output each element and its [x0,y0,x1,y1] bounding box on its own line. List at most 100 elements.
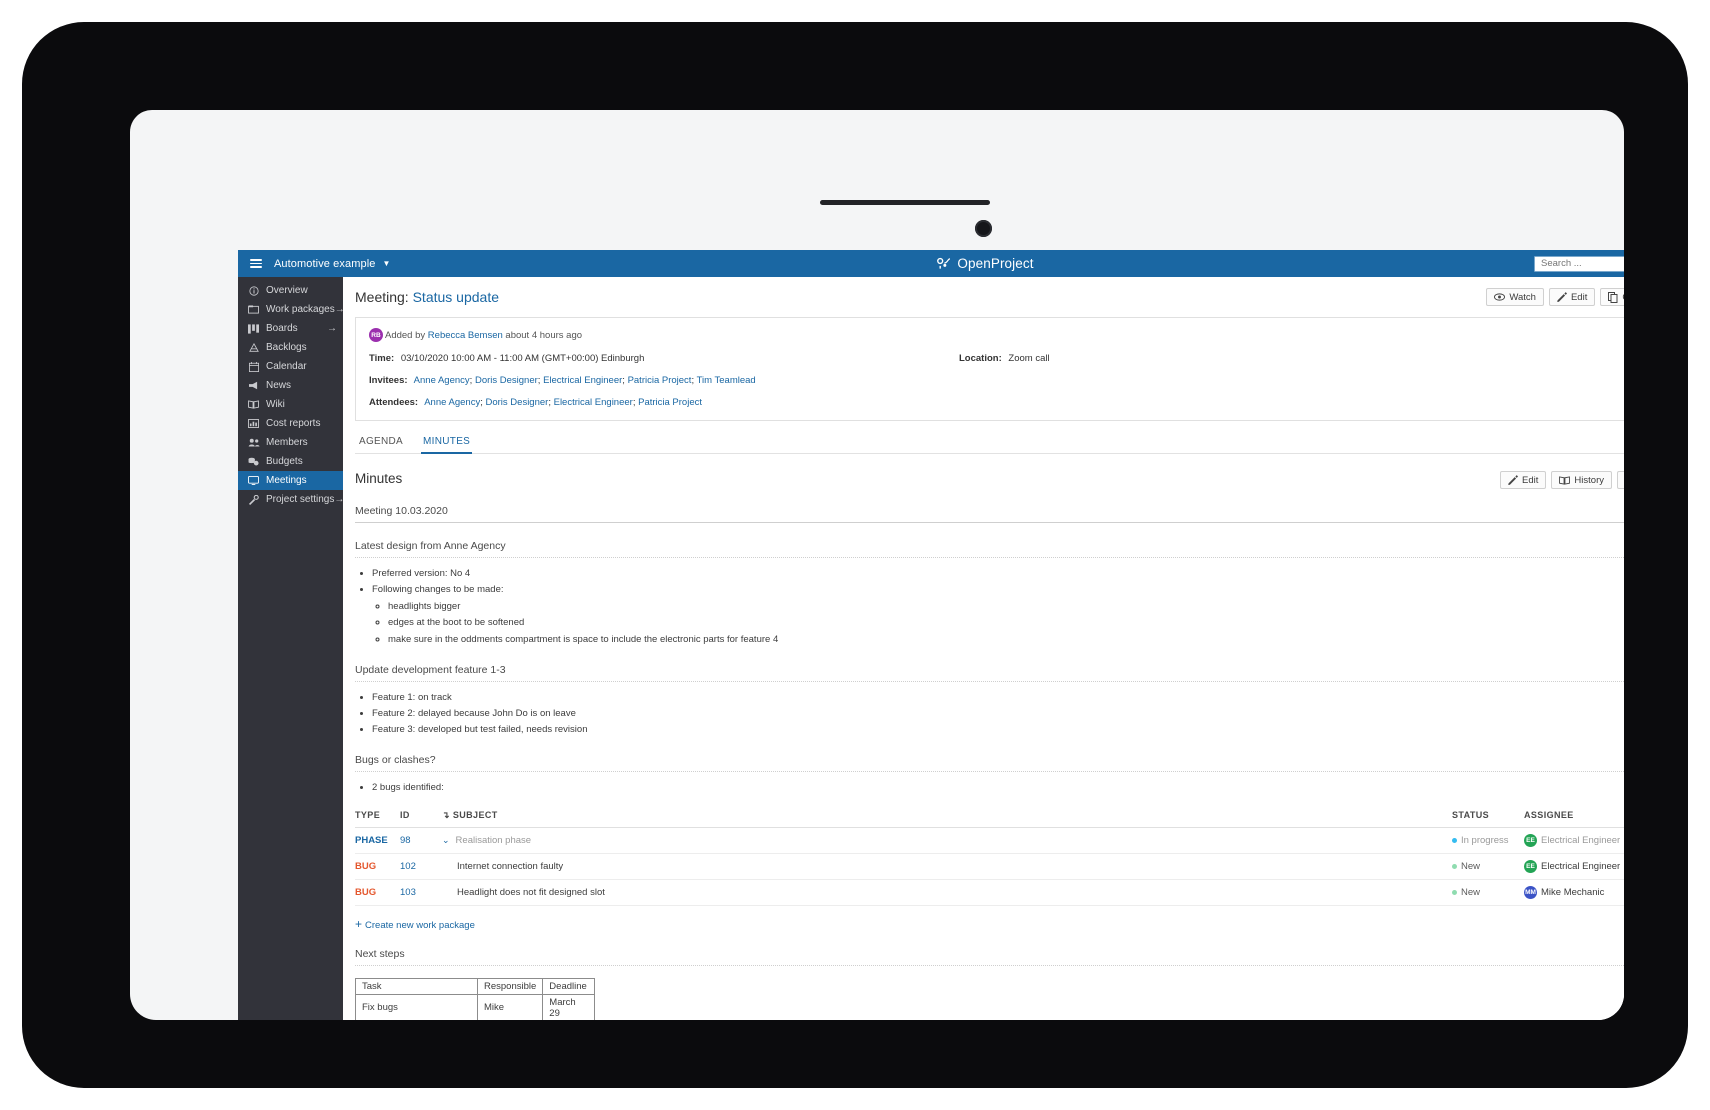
added-by-author-link[interactable]: Rebecca Bemsen [428,330,503,341]
invitee-link[interactable]: Doris Designer [475,375,538,386]
added-by-time: about 4 hours ago [505,329,583,341]
work-package-type: PHASE [355,834,388,846]
sidebar-item-members[interactable]: Members [238,433,343,452]
sidebar-item-work-packages[interactable]: Work packages → [238,300,345,319]
search-box[interactable]: 🔍 [1534,255,1624,272]
list-item: Feature 2: delayed because John Do is on… [372,708,1624,721]
sidebar-item-boards[interactable]: Boards → [238,319,343,338]
section-heading: Update development feature 1-3 [355,664,1624,682]
section-heading: Bugs or clashes? [355,754,1624,772]
work-package-subject[interactable]: Internet connection faulty [457,861,563,872]
work-package-id-link[interactable]: 103 [400,887,416,898]
list-item: Preferred version: No 4 [372,568,1624,581]
attendee-link[interactable]: Anne Agency [424,397,480,408]
time-label: Time: [369,353,395,364]
table-row[interactable]: PHASE 98 ⌄ Realisation phase In progress EE El… [355,827,1624,854]
speaker-grille [820,200,990,205]
attendee-link[interactable]: Electrical Engineer [554,397,633,408]
watch-button[interactable]: Watch [1486,288,1544,306]
sidebar-item-calendar[interactable]: Calendar [238,357,343,376]
work-packages-table: TYPE ID ↴ SUBJECT STATUS ASSIGNEE PRIORI… [355,809,1624,906]
invitee-link[interactable]: Anne Agency [414,375,470,386]
table-cell: March 29 [542,993,596,1020]
column-header-status[interactable]: STATUS [1452,809,1524,828]
next-steps-header-row: Task Responsible Deadline [355,977,596,995]
work-package-subject[interactable]: Headlight does not fit designed slot [457,887,605,898]
column-header-id[interactable]: ID [400,809,442,828]
calendar-icon [247,361,260,372]
sidebar-item-budgets[interactable]: Budgets [238,452,343,471]
invitees-label: Invitees: [369,375,408,386]
assignee-name: Electrical Engineer [1541,860,1621,872]
status-dot-icon [1452,889,1457,895]
tab-agenda[interactable]: AGENDA [357,432,405,454]
sort-icon[interactable]: ↴ [442,810,450,820]
search-input[interactable] [1539,257,1624,270]
minutes-history-button[interactable]: History [1551,471,1612,489]
meeting-info-card: RB Added by Rebecca Bemsen about 4 hours… [355,317,1624,421]
sidebar-item-meetings[interactable]: Meetings [238,471,343,490]
sub-bullet-list: headlights bigger edges at the boot to be… [372,601,1624,646]
sidebar-item-wiki[interactable]: Wiki [238,395,343,414]
column-header-subject[interactable]: ↴ SUBJECT [442,809,1452,828]
work-package-subject[interactable]: Realisation phase [456,835,532,846]
invitees-list: Anne Agency; Doris Designer; Electrical … [413,375,756,386]
project-selector-label[interactable]: Automotive example [274,258,375,270]
app-logo-text: OpenProject [957,256,1034,271]
section-bullet-list: 2 bugs identified: [355,782,1624,795]
sidebar-item-project-settings[interactable]: Project settings → [238,490,344,509]
sidebar-item-news[interactable]: News [238,376,343,395]
top-bar: Automotive example ▼ OpenProject Search … [238,250,1624,277]
copy-button[interactable]: Copy [1600,288,1624,306]
table-row[interactable]: BUG 102 Internet connection faulty New EE Ele… [355,853,1624,880]
column-header-assignee[interactable]: ASSIGNEE [1524,809,1624,828]
sidebar-item-label: Wiki [266,399,285,410]
backlogs-icon [247,342,260,353]
invitee-link[interactable]: Patricia Project [628,375,692,386]
next-steps-col-deadline: Deadline [542,977,596,995]
watch-button-label: Watch [1509,291,1536,303]
menu-toggle-icon[interactable] [250,259,262,268]
column-header-type[interactable]: TYPE [355,809,400,828]
minutes-history-label: History [1574,474,1604,486]
minutes-edit-button[interactable]: Edit [1500,471,1547,489]
next-steps-heading: Next steps [355,948,1624,966]
assignee-name: Electrical Engineer [1541,834,1621,846]
arrow-right-icon[interactable]: → [327,323,337,334]
sidebar-item-cost-reports[interactable]: Cost reports [238,414,343,433]
sidebar-item-label: Cost reports [266,418,321,429]
work-package-type: BUG [355,860,377,872]
attendee-link[interactable]: Patricia Project [638,397,702,408]
invitee-link[interactable]: Tim Teamlead [697,375,756,386]
info-icon [247,285,260,296]
attendee-link[interactable]: Doris Designer [486,397,549,408]
invitee-link[interactable]: Electrical Engineer [543,375,622,386]
table-row[interactable]: BUG 103 Headlight does not fit designed sl… [355,879,1624,906]
edit-button[interactable]: Edit [1548,288,1596,306]
chevron-down-icon[interactable]: ⌄ [442,835,450,846]
page-header: Meeting: Status update Watch Edit [355,288,1624,306]
section-bullet-list: Feature 1: on track Feature 2: delayed be… [355,692,1624,737]
page-title-link[interactable]: Status update [413,289,499,305]
sidebar-item-label: Budgets [266,456,303,467]
sidebar-item-backlogs[interactable]: Backlogs [238,338,343,357]
list-item: make sure in the oddments compartment is… [388,634,1624,647]
added-by-row: RB Added by Rebecca Bemsen about 4 hours… [369,328,1624,342]
work-package-id-link[interactable]: 102 [400,861,416,872]
next-steps-col-responsible: Responsible [476,977,544,995]
copy-icon [1608,291,1618,303]
status-dot-icon [1452,863,1457,869]
send-for-review-button[interactable]: Send for review [1616,471,1624,489]
chevron-down-icon[interactable]: ▼ [382,259,390,268]
sidebar-item-overview[interactable]: Overview [238,281,343,300]
pencil-icon [1508,475,1519,485]
tablet-screen-bezel: Automotive example ▼ OpenProject Search … [130,110,1624,1020]
sidebar-item-label: Work packages [266,304,335,315]
sidebar-item-label: Project settings [266,494,335,505]
work-package-id-link[interactable]: 98 [400,835,411,846]
create-work-package-label: Create new work package [365,919,475,931]
tab-minutes[interactable]: MINUTES [421,432,473,454]
app-logo[interactable]: OpenProject [936,250,1033,277]
page-actions: Watch Edit Copy [1486,288,1624,306]
create-work-package-link[interactable]: + Create new work package [355,917,1624,931]
